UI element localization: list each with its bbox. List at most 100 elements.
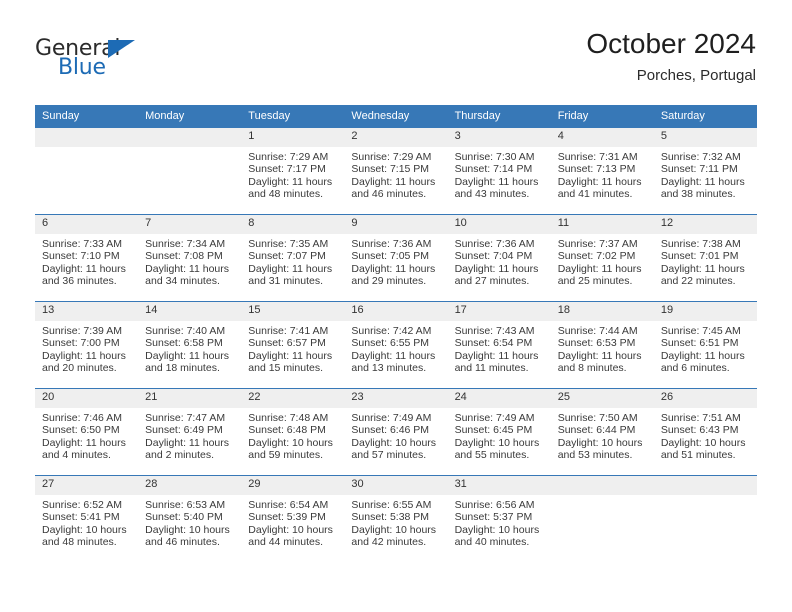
sunset-text: Sunset: 5:38 PM	[351, 511, 430, 524]
day-details: Sunrise: 7:31 AM Sunset: 7:13 PM Daylight:…	[551, 147, 654, 201]
sunset-text: Sunset: 6:48 PM	[248, 424, 326, 437]
sunrise-text: Sunrise: 7:41 AM	[248, 325, 329, 337]
generalblue-logo[interactable]: General Blue	[35, 38, 165, 86]
day-number: 16	[344, 302, 448, 321]
calendar-day-cell[interactable]: 27 Sunrise: 6:52 AM Sunset: 5:41 PM Dayligh…	[35, 475, 139, 562]
sunrise-text: Sunrise: 7:49 AM	[454, 412, 535, 424]
day-number: 4	[550, 128, 654, 147]
triangle-icon	[108, 40, 135, 58]
sunrise-text: Sunrise: 7:48 AM	[248, 412, 329, 424]
day-number: 2	[344, 128, 448, 147]
calendar-day-cell[interactable]: 3 Sunrise: 7:30 AM Sunset: 7:14 PM Daylight…	[447, 127, 551, 215]
sunset-text: Sunset: 7:01 PM	[660, 250, 739, 263]
daylight-text: Daylight: 11 hours and 41 minutes.	[557, 175, 642, 201]
weekday-header-monday: Monday	[138, 105, 242, 128]
day-details: Sunrise: 6:55 AM Sunset: 5:38 PM Daylight:…	[344, 495, 447, 549]
calendar-day-cell[interactable]: 10 Sunrise: 7:36 AM Sunset: 7:04 PM Dayligh…	[447, 214, 551, 302]
day-cell-inner: 28 Sunrise: 6:53 AM Sunset: 5:40 PM Dayligh…	[138, 476, 242, 562]
sunset-text: Sunset: 6:46 PM	[351, 424, 430, 437]
calendar-header-row: Sunday Monday Tuesday Wednesday Thursday…	[35, 105, 757, 128]
calendar-day-cell[interactable]: 6 Sunrise: 7:33 AM Sunset: 7:10 PM Daylight…	[35, 214, 139, 302]
day-details: Sunrise: 7:38 AM Sunset: 7:01 PM Daylight:…	[654, 234, 757, 288]
calendar-day-cell[interactable]: 15 Sunrise: 7:41 AM Sunset: 6:57 PM Dayligh…	[241, 301, 345, 389]
calendar-day-cell[interactable]: 12 Sunrise: 7:38 AM Sunset: 7:01 PM Dayligh…	[653, 214, 757, 302]
day-details: Sunrise: 7:30 AM Sunset: 7:14 PM Daylight:…	[448, 147, 551, 201]
day-details: Sunrise: 7:39 AM Sunset: 7:00 PM Daylight:…	[35, 321, 138, 375]
calendar-day-cell[interactable]: 9 Sunrise: 7:36 AM Sunset: 7:05 PM Daylight…	[344, 214, 448, 302]
day-details: Sunrise: 7:51 AM Sunset: 6:43 PM Daylight:…	[654, 408, 757, 462]
calendar-page: General Blue October 2024 Porches, Portu…	[0, 0, 792, 612]
calendar-day-cell[interactable]: 25 Sunrise: 7:50 AM Sunset: 6:44 PM Dayligh…	[550, 388, 654, 476]
day-number: 13	[35, 302, 139, 321]
sunset-text: Sunset: 5:37 PM	[454, 511, 533, 524]
calendar-week-row: 27 Sunrise: 6:52 AM Sunset: 5:41 PM Dayligh…	[35, 475, 757, 562]
day-cell-inner	[550, 476, 654, 562]
day-number: 12	[653, 215, 757, 234]
day-cell-inner: 11 Sunrise: 7:37 AM Sunset: 7:02 PM Dayligh…	[550, 215, 654, 301]
daylight-text: Daylight: 11 hours and 25 minutes.	[557, 262, 642, 288]
day-cell-inner: 2 Sunrise: 7:29 AM Sunset: 7:15 PM Daylight…	[344, 128, 448, 214]
day-details: Sunrise: 6:53 AM Sunset: 5:40 PM Daylight:…	[138, 495, 241, 549]
calendar-day-cell[interactable]: 17 Sunrise: 7:43 AM Sunset: 6:54 PM Dayligh…	[447, 301, 551, 389]
calendar-day-cell[interactable]: 20 Sunrise: 7:46 AM Sunset: 6:50 PM Dayligh…	[35, 388, 139, 476]
day-number: 9	[344, 215, 448, 234]
day-number: 25	[550, 389, 654, 408]
day-cell-inner: 6 Sunrise: 7:33 AM Sunset: 7:10 PM Daylight…	[35, 215, 139, 301]
daylight-text: Daylight: 11 hours and 36 minutes.	[42, 262, 126, 288]
calendar-day-cell[interactable]: 28 Sunrise: 6:53 AM Sunset: 5:40 PM Dayligh…	[138, 475, 242, 562]
sunset-text: Sunset: 7:11 PM	[660, 163, 738, 176]
sunset-text: Sunset: 6:54 PM	[454, 337, 533, 350]
sunrise-text: Sunrise: 7:50 AM	[557, 412, 638, 424]
daylight-text: Daylight: 11 hours and 34 minutes.	[145, 262, 229, 288]
day-details: Sunrise: 7:33 AM Sunset: 7:10 PM Daylight:…	[35, 234, 138, 288]
calendar-day-cell[interactable]: 23 Sunrise: 7:49 AM Sunset: 6:46 PM Dayligh…	[344, 388, 448, 476]
calendar-day-cell[interactable]: 31 Sunrise: 6:56 AM Sunset: 5:37 PM Dayligh…	[447, 475, 551, 562]
day-details: Sunrise: 6:52 AM Sunset: 5:41 PM Daylight:…	[35, 495, 138, 549]
calendar-day-cell[interactable]: 13 Sunrise: 7:39 AM Sunset: 7:00 PM Dayligh…	[35, 301, 139, 389]
sunrise-text: Sunrise: 7:47 AM	[145, 412, 226, 424]
day-cell-inner: 17 Sunrise: 7:43 AM Sunset: 6:54 PM Dayligh…	[447, 302, 551, 388]
daylight-text: Daylight: 10 hours and 53 minutes.	[557, 436, 643, 462]
sunrise-text: Sunrise: 6:56 AM	[454, 499, 535, 511]
sunrise-text: Sunrise: 7:39 AM	[42, 325, 122, 337]
calendar-day-cell[interactable]: 29 Sunrise: 6:54 AM Sunset: 5:39 PM Dayligh…	[241, 475, 345, 562]
calendar-day-cell[interactable]: 5 Sunrise: 7:32 AM Sunset: 7:11 PM Daylight…	[653, 127, 757, 215]
calendar-day-cell[interactable]: 18 Sunrise: 7:44 AM Sunset: 6:53 PM Dayligh…	[550, 301, 654, 389]
day-cell-inner: 8 Sunrise: 7:35 AM Sunset: 7:07 PM Daylight…	[241, 215, 345, 301]
calendar-day-cell[interactable]: 19 Sunrise: 7:45 AM Sunset: 6:51 PM Dayligh…	[653, 301, 757, 389]
calendar-day-cell[interactable]: 24 Sunrise: 7:49 AM Sunset: 6:45 PM Dayligh…	[447, 388, 551, 476]
sunrise-text: Sunrise: 7:49 AM	[351, 412, 432, 424]
sunset-text: Sunset: 6:51 PM	[660, 337, 739, 350]
day-details: Sunrise: 7:49 AM Sunset: 6:46 PM Daylight:…	[344, 408, 447, 462]
calendar-day-cell[interactable]: 8 Sunrise: 7:35 AM Sunset: 7:07 PM Daylight…	[241, 214, 345, 302]
sunset-text: Sunset: 7:13 PM	[557, 163, 636, 176]
calendar-day-cell[interactable]: 7 Sunrise: 7:34 AM Sunset: 7:08 PM Daylight…	[138, 214, 242, 302]
day-cell-inner: 9 Sunrise: 7:36 AM Sunset: 7:05 PM Daylight…	[344, 215, 448, 301]
day-details: Sunrise: 7:37 AM Sunset: 7:02 PM Daylight:…	[551, 234, 654, 288]
day-cell-inner: 14 Sunrise: 7:40 AM Sunset: 6:58 PM Dayligh…	[138, 302, 242, 388]
calendar-day-cell[interactable]: 2 Sunrise: 7:29 AM Sunset: 7:15 PM Daylight…	[344, 127, 448, 215]
day-cell-inner: 15 Sunrise: 7:41 AM Sunset: 6:57 PM Dayligh…	[241, 302, 345, 388]
sunset-text: Sunset: 6:44 PM	[557, 424, 636, 437]
day-cell-inner	[35, 128, 139, 214]
day-cell-inner: 30 Sunrise: 6:55 AM Sunset: 5:38 PM Dayligh…	[344, 476, 448, 562]
title-block: October 2024 Porches, Portugal	[586, 28, 756, 84]
calendar-day-cell[interactable]: 22 Sunrise: 7:48 AM Sunset: 6:48 PM Dayligh…	[241, 388, 345, 476]
calendar-day-cell[interactable]: 1 Sunrise: 7:29 AM Sunset: 7:17 PM Daylight…	[241, 127, 345, 215]
calendar-day-cell[interactable]: 21 Sunrise: 7:47 AM Sunset: 6:49 PM Dayligh…	[138, 388, 242, 476]
day-cell-inner: 19 Sunrise: 7:45 AM Sunset: 6:51 PM Dayligh…	[653, 302, 757, 388]
calendar-day-cell[interactable]: 14 Sunrise: 7:40 AM Sunset: 6:58 PM Dayligh…	[138, 301, 242, 389]
calendar-day-cell[interactable]: 26 Sunrise: 7:51 AM Sunset: 6:43 PM Dayligh…	[653, 388, 757, 476]
calendar-day-cell[interactable]: 4 Sunrise: 7:31 AM Sunset: 7:13 PM Daylight…	[550, 127, 654, 215]
day-details: Sunrise: 7:41 AM Sunset: 6:57 PM Daylight:…	[241, 321, 344, 375]
sunrise-text: Sunrise: 7:31 AM	[557, 151, 638, 163]
day-cell-inner: 3 Sunrise: 7:30 AM Sunset: 7:14 PM Daylight…	[447, 128, 551, 214]
calendar-day-cell[interactable]: 16 Sunrise: 7:42 AM Sunset: 6:55 PM Dayligh…	[344, 301, 448, 389]
day-cell-inner: 12 Sunrise: 7:38 AM Sunset: 7:01 PM Dayligh…	[653, 215, 757, 301]
sunset-text: Sunset: 6:53 PM	[557, 337, 636, 350]
calendar-day-cell[interactable]: 11 Sunrise: 7:37 AM Sunset: 7:02 PM Dayligh…	[550, 214, 654, 302]
day-details: Sunrise: 7:50 AM Sunset: 6:44 PM Daylight:…	[551, 408, 654, 462]
day-details: Sunrise: 7:42 AM Sunset: 6:55 PM Daylight:…	[344, 321, 447, 375]
daylight-text: Daylight: 10 hours and 44 minutes.	[248, 523, 333, 549]
calendar-day-cell[interactable]: 30 Sunrise: 6:55 AM Sunset: 5:38 PM Dayligh…	[344, 475, 448, 562]
